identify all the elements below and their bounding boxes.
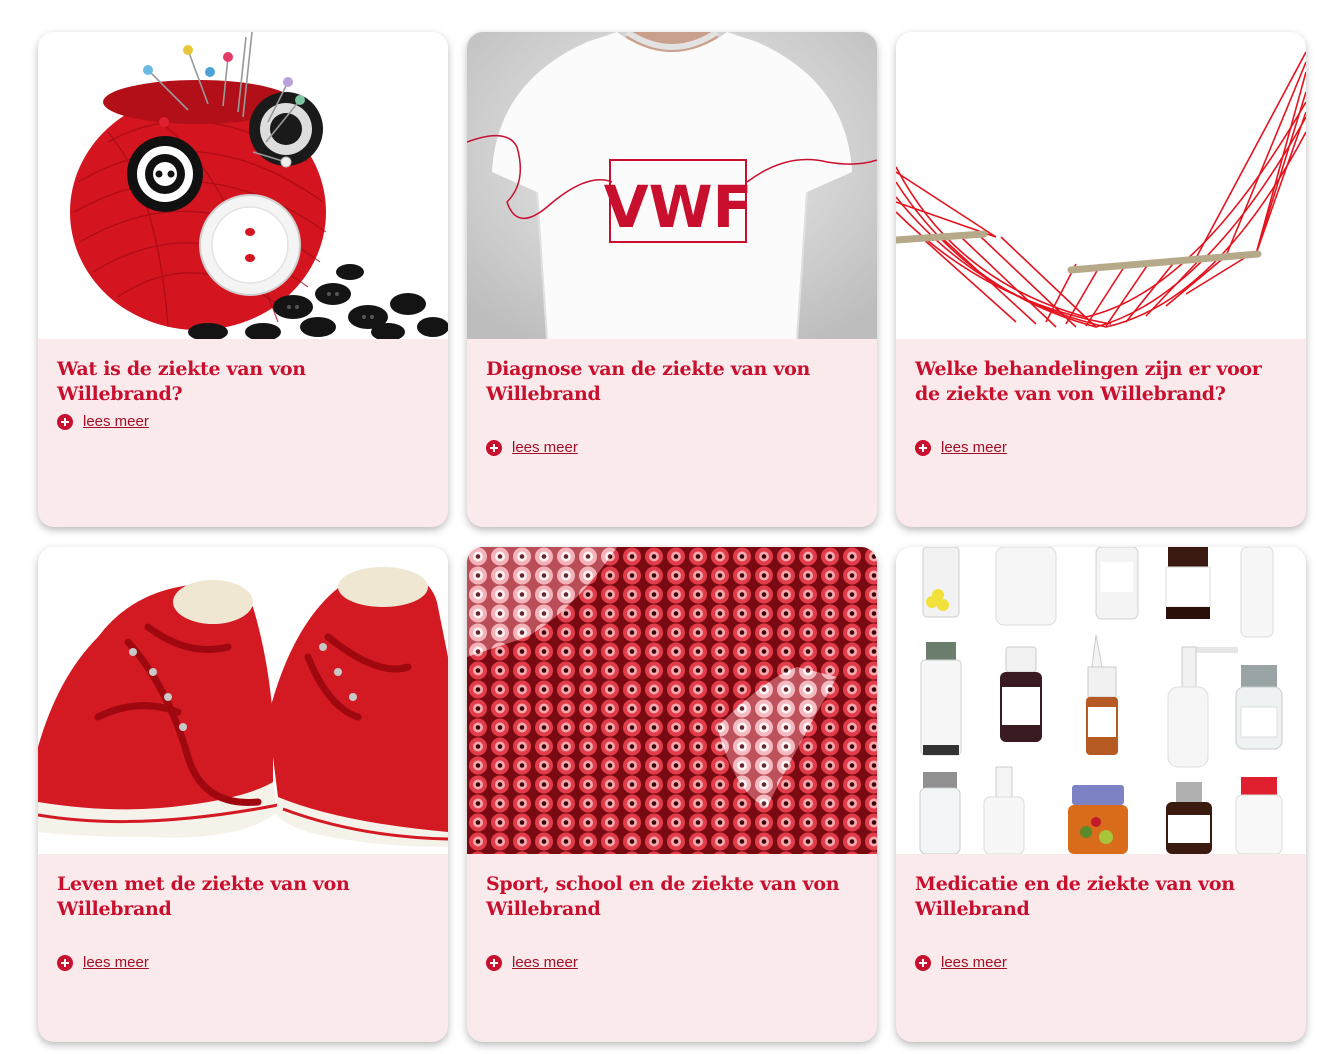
medicine-bottles-illustration	[896, 547, 1306, 854]
card-image-hammock[interactable]	[896, 32, 1306, 339]
card-title[interactable]: Welke behandelingen zijn er voor de ziek…	[915, 357, 1287, 415]
read-more-label[interactable]: lees meer	[83, 413, 149, 430]
read-more-label[interactable]: lees meer	[83, 954, 149, 971]
read-more-label[interactable]: lees meer	[512, 439, 578, 456]
article-card-sport-school[interactable]: Sport, school en de ziekte van von Wille…	[467, 547, 877, 1042]
card-title[interactable]: Medicatie en de ziekte van von Willebran…	[915, 872, 1287, 930]
card-image-yarn-ball[interactable]	[38, 32, 448, 339]
card-title[interactable]: Wat is de ziekte van von Willebrand?	[57, 357, 429, 405]
card-image-medicine-bottles[interactable]	[896, 547, 1306, 854]
card-image-thread-spools[interactable]	[467, 547, 877, 854]
read-more-label[interactable]: lees meer	[512, 954, 578, 971]
card-title[interactable]: Diagnose van de ziekte van von Willebran…	[486, 357, 858, 415]
plus-circle-icon[interactable]	[915, 954, 931, 971]
plus-circle-icon[interactable]	[915, 439, 931, 456]
article-card-treatments[interactable]: Welke behandelingen zijn er voor de ziek…	[896, 32, 1306, 527]
plus-circle-icon[interactable]	[486, 954, 502, 971]
read-more-link[interactable]: lees meer	[57, 954, 149, 971]
card-title[interactable]: Sport, school en de ziekte van von Wille…	[486, 872, 858, 930]
plus-circle-icon[interactable]	[57, 413, 73, 430]
card-title[interactable]: Leven met de ziekte van von Willebrand	[57, 872, 429, 930]
article-card-what-is-vwd[interactable]: Wat is de ziekte van von Willebrand? lee…	[38, 32, 448, 527]
card-body: Medicatie en de ziekte van von Willebran…	[896, 854, 1306, 976]
plus-circle-icon[interactable]	[57, 954, 73, 971]
read-more-link[interactable]: lees meer	[486, 954, 578, 971]
card-body: Welke behandelingen zijn er voor de ziek…	[896, 339, 1306, 461]
yarn-ball-illustration	[38, 32, 448, 339]
read-more-label[interactable]: lees meer	[941, 954, 1007, 971]
read-more-link[interactable]: lees meer	[486, 439, 578, 456]
vwf-print-text: VWF	[604, 173, 752, 241]
read-more-link[interactable]: lees meer	[915, 439, 1007, 456]
hammock-illustration	[896, 32, 1306, 339]
thread-spools-illustration	[467, 547, 877, 854]
card-body: Wat is de ziekte van von Willebrand? lee…	[38, 339, 448, 435]
read-more-link[interactable]: lees meer	[57, 413, 149, 430]
article-card-living-with-vwd[interactable]: Leven met de ziekte van von Willebrand l…	[38, 547, 448, 1042]
read-more-label[interactable]: lees meer	[941, 439, 1007, 456]
article-card-medication[interactable]: Medicatie en de ziekte van von Willebran…	[896, 547, 1306, 1042]
card-image-sneakers[interactable]	[38, 547, 448, 854]
read-more-link[interactable]: lees meer	[915, 954, 1007, 971]
card-body: Diagnose van de ziekte van von Willebran…	[467, 339, 877, 461]
article-card-grid: Wat is de ziekte van von Willebrand? lee…	[38, 32, 1306, 1042]
article-card-diagnosis[interactable]: VWF Diagnose van de ziekte van von Wille…	[467, 32, 877, 527]
sneakers-illustration	[38, 547, 448, 854]
card-body: Sport, school en de ziekte van von Wille…	[467, 854, 877, 976]
card-image-tshirt[interactable]: VWF	[467, 32, 877, 339]
card-body: Leven met de ziekte van von Willebrand l…	[38, 854, 448, 976]
tshirt-illustration: VWF	[467, 32, 877, 339]
plus-circle-icon[interactable]	[486, 439, 502, 456]
